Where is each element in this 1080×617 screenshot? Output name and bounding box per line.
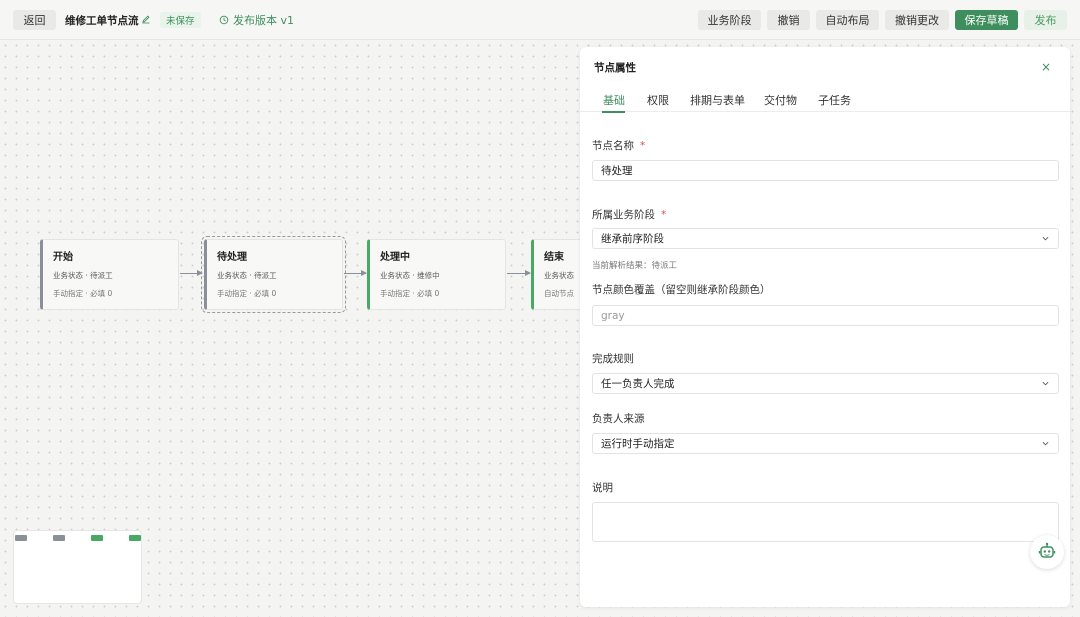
node-status: 业务状态 · 待派工 bbox=[53, 271, 113, 280]
history-icon bbox=[219, 15, 229, 25]
edit-icon[interactable] bbox=[141, 14, 151, 24]
completion-label: 完成规则 bbox=[592, 353, 634, 365]
chevron-down-icon bbox=[1042, 441, 1049, 446]
active-tab-indicator bbox=[602, 111, 625, 113]
node-status: 业务状态 bbox=[544, 271, 574, 280]
node-title: 开始 bbox=[53, 252, 73, 263]
revert-button[interactable]: 撤销更改 bbox=[885, 10, 949, 30]
node-status: 业务状态 · 维修中 bbox=[380, 271, 440, 280]
version-label: 发布版本 v1 bbox=[233, 14, 295, 27]
completion-select[interactable]: 任一负责人完成 bbox=[592, 373, 1059, 394]
minimap-node bbox=[53, 535, 65, 541]
node-title: 处理中 bbox=[380, 252, 410, 263]
assistant-button[interactable] bbox=[1030, 535, 1064, 569]
flow-node-end[interactable]: 结束 业务状态 自动节点 bbox=[531, 239, 580, 310]
flow-node-start[interactable]: 开始 业务状态 · 待派工 手动指定 · 必填 0 bbox=[40, 239, 179, 310]
stage-select-value: 继承前序阶段 bbox=[601, 233, 664, 245]
stages-button[interactable]: 业务阶段 bbox=[698, 10, 761, 30]
stage-hint: 当前解析结果：待派工 bbox=[592, 261, 678, 271]
edge-arrow[interactable] bbox=[507, 270, 531, 276]
description-textarea[interactable] bbox=[592, 502, 1059, 542]
node-name-input[interactable]: 待处理 bbox=[592, 160, 1059, 181]
version-link[interactable]: 发布版本 v1 bbox=[219, 12, 294, 28]
stage-label: 所属业务阶段 * bbox=[592, 209, 667, 221]
node-footer: 手动指定 · 必填 0 bbox=[53, 289, 113, 298]
tab-permissions[interactable]: 权限 bbox=[647, 92, 669, 108]
owner-select[interactable]: 运行时手动指定 bbox=[592, 433, 1059, 454]
completion-select-value: 任一负责人完成 bbox=[601, 378, 675, 390]
edge-arrow[interactable] bbox=[180, 270, 203, 276]
chevron-down-icon bbox=[1042, 236, 1049, 241]
flow-node-pending[interactable]: 待处理 业务状态 · 待派工 手动指定 · 必填 0 bbox=[201, 236, 346, 313]
tab-deliverables[interactable]: 交付物 bbox=[764, 92, 797, 108]
minimap-node bbox=[15, 535, 27, 541]
stage-select[interactable]: 继承前序阶段 bbox=[592, 228, 1059, 249]
color-label: 节点颜色覆盖（留空则继承阶段颜色） bbox=[592, 284, 771, 296]
robot-icon bbox=[1038, 542, 1056, 558]
auto-layout-button[interactable]: 自动布局 bbox=[816, 10, 879, 30]
tab-subtasks[interactable]: 子任务 bbox=[818, 92, 851, 108]
node-title: 结束 bbox=[544, 252, 564, 263]
chevron-down-icon bbox=[1042, 381, 1049, 386]
flow-title: 维修工单节点流 bbox=[65, 15, 139, 27]
edge-arrow[interactable] bbox=[344, 270, 367, 276]
node-properties-panel: 节点属性 × 基础 权限 排期与表单 交付物 子任务 节点名称 * 待处理 所属业… bbox=[580, 47, 1070, 607]
node-footer: 手动指定 · 必填 0 bbox=[217, 289, 277, 298]
panel-tabs: 基础 权限 排期与表单 交付物 子任务 bbox=[580, 85, 1070, 113]
required-mark: * bbox=[661, 209, 667, 221]
node-footer: 自动节点 bbox=[544, 289, 574, 298]
tab-basic[interactable]: 基础 bbox=[603, 92, 625, 108]
node-status: 业务状态 · 待派工 bbox=[217, 271, 277, 280]
undo-button[interactable]: 撤销 bbox=[767, 10, 810, 30]
back-button[interactable]: 返回 bbox=[13, 10, 56, 30]
tab-schedule-form[interactable]: 排期与表单 bbox=[690, 92, 745, 108]
node-title: 待处理 bbox=[217, 252, 247, 263]
minimap-node bbox=[91, 535, 103, 541]
color-override-input[interactable]: gray bbox=[592, 305, 1059, 326]
close-icon[interactable]: × bbox=[1039, 60, 1053, 74]
flow-node-processing[interactable]: 处理中 业务状态 · 维修中 手动指定 · 必填 0 bbox=[367, 239, 506, 310]
description-label: 说明 bbox=[592, 482, 613, 494]
save-draft-button[interactable]: 保存草稿 bbox=[955, 10, 1018, 30]
unsaved-badge: 未保存 bbox=[160, 12, 201, 28]
publish-button[interactable]: 发布 bbox=[1024, 10, 1067, 30]
node-name-label: 节点名称 * bbox=[592, 140, 646, 152]
owner-select-value: 运行时手动指定 bbox=[601, 438, 675, 450]
top-toolbar: 返回 维修工单节点流 未保存 发布版本 v1 业务阶段 撤销 自动布局 撤销更改… bbox=[0, 0, 1080, 40]
owner-label: 负责人来源 bbox=[592, 413, 645, 425]
minimap[interactable] bbox=[13, 530, 142, 604]
panel-title: 节点属性 bbox=[594, 62, 636, 74]
node-footer: 手动指定 · 必填 0 bbox=[380, 289, 440, 298]
required-mark: * bbox=[640, 140, 646, 152]
minimap-node bbox=[129, 535, 141, 541]
